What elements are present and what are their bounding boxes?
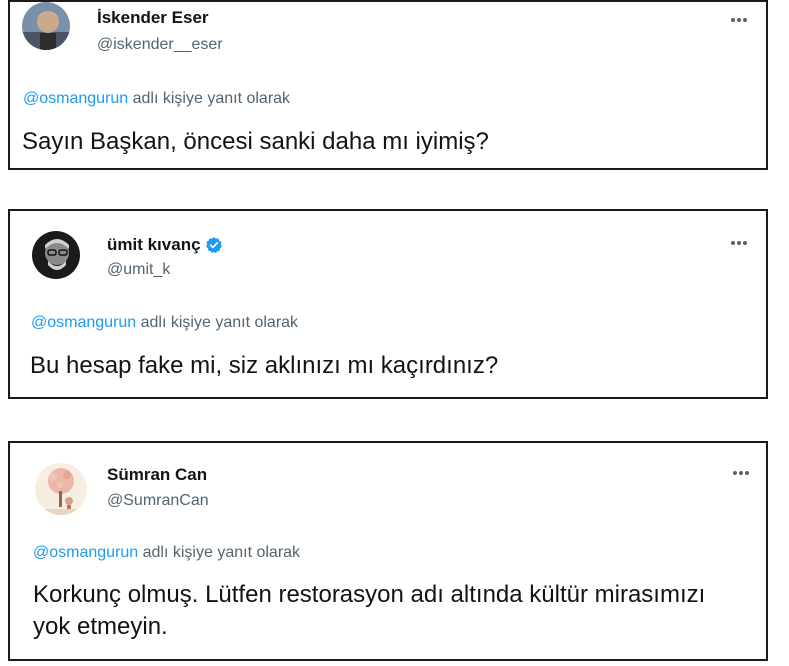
- tweet-card[interactable]: İskender Eser @iskender__eser @osmanguru…: [8, 0, 768, 170]
- avatar[interactable]: [32, 231, 80, 279]
- profile-photo-icon: [32, 231, 80, 279]
- display-name-text: ümit kıvanç: [107, 235, 201, 254]
- reply-mention-link[interactable]: @osmangurun: [31, 314, 136, 331]
- tweet-text: Bu hesap fake mi, siz aklınızı mı kaçırd…: [30, 352, 499, 379]
- tweet-text: Korkunç olmuş. Lütfen restorasyon adı al…: [33, 581, 706, 640]
- reply-context-text: adlı kişiye yanıt olarak: [128, 90, 291, 107]
- profile-photo-icon: [22, 2, 70, 50]
- reply-context: @osmangurun adlı kişiye yanıt olarak: [33, 544, 300, 562]
- user-handle[interactable]: @iskender__eser: [97, 36, 223, 54]
- avatar[interactable]: [35, 463, 87, 515]
- user-handle[interactable]: @umit_k: [107, 261, 170, 279]
- display-name-text: Sümran Can: [107, 465, 208, 484]
- more-options-button[interactable]: [728, 235, 750, 251]
- reply-context: @osmangurun adlı kişiye yanıt olarak: [31, 314, 298, 332]
- tweet-card[interactable]: Sümran Can @SumranCan @osmangurun adlı k…: [8, 441, 768, 661]
- verified-badge-icon: [205, 236, 223, 254]
- more-options-icon: [733, 471, 749, 475]
- display-name-text: İskender Eser: [97, 8, 209, 27]
- display-name[interactable]: Sümran Can: [107, 465, 207, 485]
- tweet-text: Sayın Başkan, öncesi sanki daha mı iyimi…: [22, 128, 489, 155]
- reply-mention-link[interactable]: @osmangurun: [33, 544, 138, 561]
- tweet-card[interactable]: ümit kıvanç @umit_k @osmangurun adlı kiş…: [8, 209, 768, 399]
- more-options-icon: [731, 241, 747, 245]
- more-options-icon: [731, 18, 747, 22]
- reply-context-text: adlı kişiye yanıt olarak: [136, 314, 299, 331]
- display-name[interactable]: İskender Eser: [97, 8, 209, 28]
- user-handle[interactable]: @SumranCan: [107, 492, 209, 510]
- avatar[interactable]: [22, 2, 70, 50]
- profile-illustration-icon: [35, 463, 87, 515]
- reply-mention-link[interactable]: @osmangurun: [23, 90, 128, 107]
- display-name[interactable]: ümit kıvanç: [107, 235, 223, 255]
- reply-context: @osmangurun adlı kişiye yanıt olarak: [23, 90, 290, 108]
- more-options-button[interactable]: [728, 12, 750, 28]
- more-options-button[interactable]: [730, 465, 752, 481]
- reply-context-text: adlı kişiye yanıt olarak: [138, 544, 301, 561]
